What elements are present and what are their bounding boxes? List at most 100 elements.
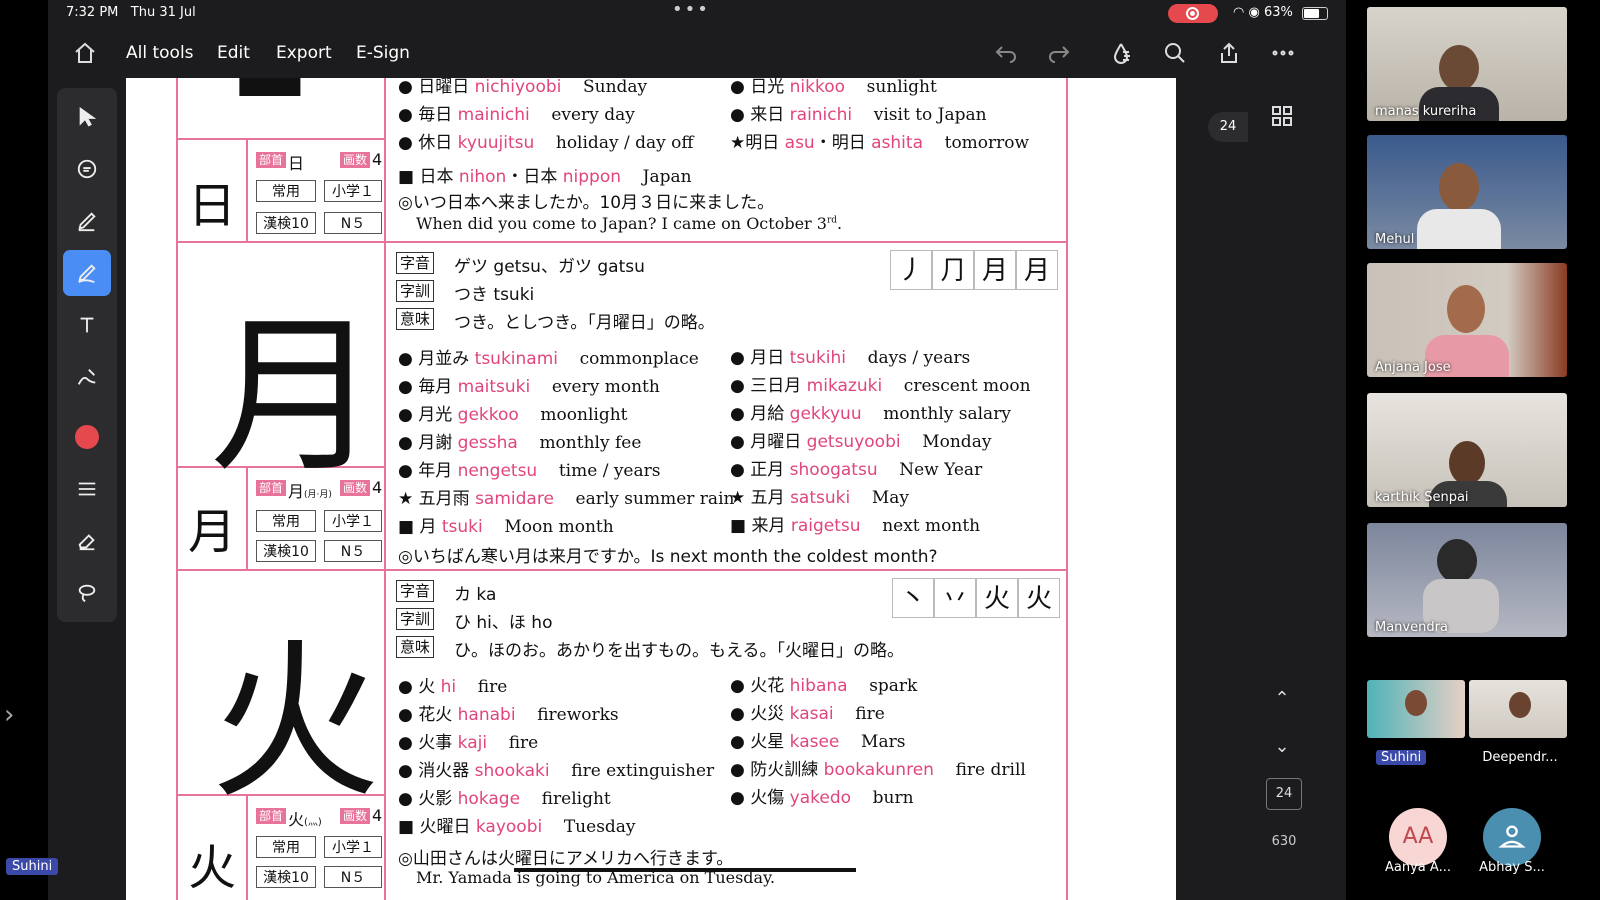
on-reading: カ ka (454, 585, 497, 605)
kanken-box: 漢検10 (256, 866, 316, 888)
meaning: つき。としつき。「月曜日」の略。 (454, 313, 715, 333)
avatar[interactable]: AA (1389, 808, 1447, 866)
vocab-kanji: 月光 (418, 405, 453, 425)
screen-record-icon[interactable] (1168, 4, 1218, 23)
vocab-row: ★明日 asu・明日 ashita tomorrow (730, 133, 1030, 153)
bullet-icon: ● (398, 789, 419, 809)
participant-name: Aanya A... (1385, 860, 1451, 875)
select-tool-button[interactable] (63, 94, 111, 140)
participant-video[interactable]: Manvendra (1367, 523, 1567, 637)
stroke-width-button[interactable] (63, 466, 111, 512)
vocab-row: ● 正月 shoogatsu New Year (730, 455, 982, 480)
vocab-romaji: raigetsu (790, 516, 861, 536)
participant-video[interactable]: karthik Senpai (1367, 393, 1567, 507)
lasso-tool-button[interactable] (63, 570, 111, 616)
participant-video[interactable] (1469, 680, 1567, 738)
scroll-indicator (514, 868, 856, 872)
lines-icon (78, 482, 96, 496)
getsu-small-kanji: 月 (188, 504, 237, 560)
vocab-romaji: shookaki (474, 761, 550, 781)
text-icon (80, 317, 94, 333)
vocab-row: ● 月日 tsukihi days / years (730, 343, 970, 368)
redo-icon[interactable] (1046, 41, 1072, 65)
vocab-kanji: 火災 (750, 704, 785, 724)
vocab-row: ● 休日 kyuujitsu holiday / day off (398, 133, 694, 153)
participant-face (1447, 285, 1485, 333)
more-icon[interactable] (1270, 41, 1296, 65)
bullet-icon: ■ (398, 817, 420, 837)
vocab-romaji: satsuki (790, 488, 851, 508)
color-picker-button[interactable] (63, 414, 111, 460)
bullet-icon: ● (398, 677, 419, 697)
vocab-english: fire extinguisher (571, 761, 715, 781)
vocab-romaji: kasee (789, 732, 840, 752)
bullet-icon: ● (730, 676, 751, 696)
comment-tool-button[interactable] (63, 146, 111, 192)
vocab-english: days / years (867, 348, 971, 368)
vocab-romaji: gekkoo (457, 405, 519, 425)
vocab-english: May (871, 488, 909, 508)
jlpt-box: N５ (324, 540, 382, 562)
vocab-kanji: 月日 (750, 348, 785, 368)
sign-tool-button[interactable] (63, 354, 111, 400)
text-tool-button[interactable] (63, 302, 111, 348)
chevron-up-icon[interactable]: ⌃ (1270, 688, 1294, 709)
liquid-mode-icon[interactable] (1108, 41, 1134, 65)
getsu-example: ◎いちばん寒い月は来月ですか。Is next month the coldest… (398, 547, 938, 567)
vocab-kanji: 防火訓練 (750, 760, 819, 780)
participant-video[interactable]: manas kureriha (1367, 7, 1567, 121)
draw-tool-button[interactable] (63, 250, 111, 296)
vocab-row: ● 火花 hibana spark (730, 671, 917, 696)
vocab-english: Moon month (504, 517, 614, 537)
share-icon[interactable] (1216, 41, 1242, 65)
undo-icon[interactable] (993, 41, 1019, 65)
participant-face (1405, 690, 1427, 716)
kakusuu-label: 画数 (340, 152, 371, 168)
vocab-romaji: tsukinami (474, 349, 558, 369)
bullet-icon: ● (730, 404, 751, 424)
edit-button[interactable]: Edit (217, 43, 250, 63)
participant-face (1439, 45, 1479, 91)
kakusuu-number: 4 (372, 150, 383, 169)
bullet-icon: ★ (730, 488, 751, 508)
highlight-tool-button[interactable] (63, 198, 111, 244)
vocab-english: New Year (899, 460, 983, 480)
all-tools-button[interactable]: All tools (126, 43, 194, 63)
bullet-icon: ● (398, 377, 419, 397)
vocab-english: monthly fee (539, 433, 642, 453)
vocab-kanji: 毎月 (418, 377, 453, 397)
grid-icon[interactable] (1270, 104, 1294, 128)
kun-reading-tag: 字訓 (396, 608, 435, 630)
export-button[interactable]: Export (276, 43, 332, 63)
search-icon[interactable] (1162, 41, 1188, 65)
vocab-romaji: gekkyuu (789, 404, 862, 424)
vocab-english: monthly salary (883, 404, 1011, 424)
vocab-row: ● 日曜日 nichiyoobi Sunday (398, 78, 648, 97)
user-icon[interactable] (1483, 808, 1541, 866)
esign-button[interactable]: E-Sign (356, 43, 410, 63)
cursor-icon (79, 106, 97, 127)
participant-video[interactable] (1367, 680, 1465, 738)
participant-face (1449, 441, 1485, 485)
home-icon[interactable] (72, 41, 98, 65)
current-page-indicator[interactable]: 24 (1266, 778, 1302, 810)
vocab-row: ● 火影 hokage firelight (398, 784, 611, 809)
participant-video[interactable]: Mehul (1367, 135, 1567, 249)
jouyou-box: 常用 (256, 180, 316, 202)
vocab-row: ● 月曜日 getsuyoobi Monday (730, 427, 991, 452)
multitask-dots-icon[interactable]: ••• (672, 0, 710, 20)
vocab-romaji: maitsuki (457, 377, 531, 397)
eraser-tool-button[interactable] (63, 518, 111, 564)
bullet-icon: ■ (730, 516, 752, 536)
bushu-label: 部首 (256, 480, 287, 496)
vocab-romaji: mikazuki (806, 376, 883, 396)
vocab-kanji: 来月 (751, 516, 786, 536)
participant-video[interactable]: Anjana Jose (1367, 263, 1567, 377)
vocab-row: ■ 日本 nihon・日本 nippon Japan (398, 167, 692, 187)
jlpt-box: N５ (324, 866, 382, 888)
page-badge[interactable]: 24 (1208, 112, 1248, 142)
bullet-icon: ● (730, 732, 751, 752)
chevron-down-icon[interactable]: ⌄ (1270, 736, 1294, 757)
vocab-row: ★ 五月 satsuki May (730, 483, 909, 508)
chevron-right-icon[interactable]: › (4, 700, 14, 730)
